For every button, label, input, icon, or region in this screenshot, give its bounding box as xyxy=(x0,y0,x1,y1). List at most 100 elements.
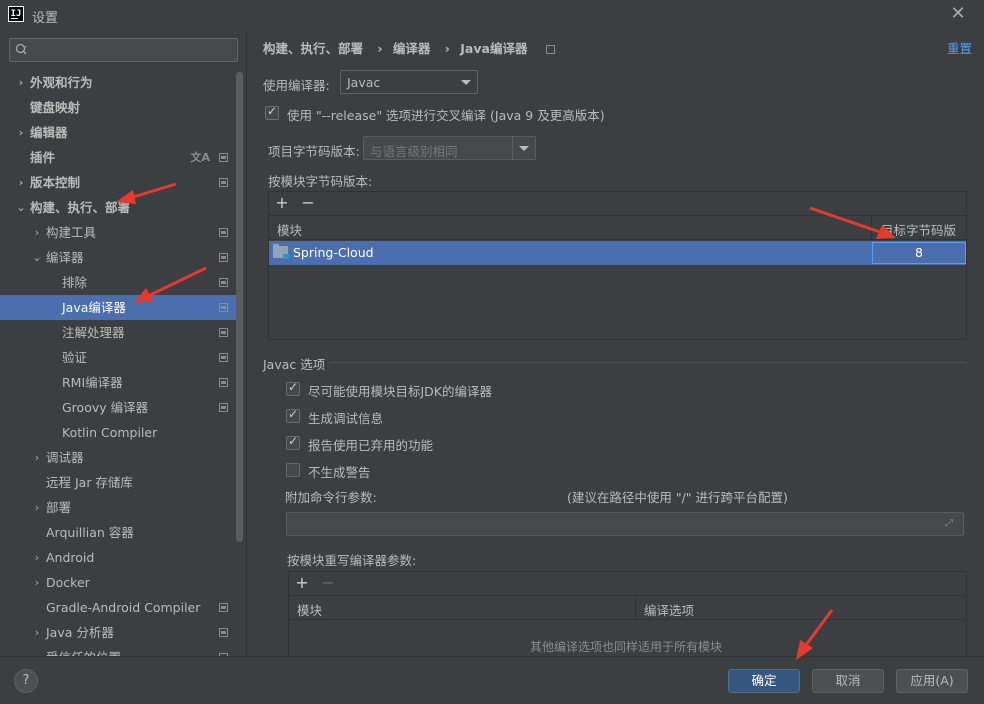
help-button[interactable]: ? xyxy=(14,669,38,693)
checkbox-checked-icon[interactable] xyxy=(286,434,300,450)
checkbox-checked-icon[interactable] xyxy=(286,407,300,423)
checkbox-checked-icon[interactable] xyxy=(286,380,300,396)
project-scope-icon xyxy=(219,253,228,262)
sidebar-item[interactable]: 验证 xyxy=(0,345,236,370)
sidebar-item-label: 外观和行为 xyxy=(30,75,93,90)
sidebar-item[interactable]: Arquillian 容器 xyxy=(0,520,236,545)
javac-section-title: Javac 选项 xyxy=(263,357,326,372)
sidebar-item[interactable]: Java编译器 xyxy=(0,295,236,320)
apply-button[interactable]: 应用(A) xyxy=(896,669,968,693)
sidebar-item-label: 排除 xyxy=(62,275,88,290)
chevron-right-icon[interactable]: › xyxy=(32,545,42,570)
checkbox-unchecked-icon[interactable] xyxy=(286,463,300,477)
sidebar-item[interactable]: › 编辑器 xyxy=(0,120,236,145)
release-option-checkbox[interactable]: 使用 "--release" 选项进行交叉编译 (Java 9 及更高版本) xyxy=(265,104,825,124)
sidebar-item[interactable]: ⌄ 编译器 xyxy=(0,245,236,270)
table-row[interactable]: Spring-Cloud 8 xyxy=(269,241,966,265)
sidebar-item[interactable]: › 版本控制 xyxy=(0,170,236,195)
javac-option-row[interactable]: 生成调试信息 xyxy=(286,407,686,427)
sidebar-item[interactable]: ⌄ 构建、执行、部署 xyxy=(0,195,236,220)
sidebar-item[interactable]: RMI编译器 xyxy=(0,370,236,395)
sidebar-item[interactable]: 键盘映射 xyxy=(0,95,236,120)
compiler-select[interactable]: Javac xyxy=(340,70,478,94)
column-header-options[interactable]: 编译选项 xyxy=(644,600,694,619)
chevron-right-icon[interactable]: › xyxy=(32,570,42,595)
table-header: 模块 目标字节码版本 xyxy=(269,216,966,257)
sidebar-item[interactable]: 排除 xyxy=(0,270,236,295)
release-option-label: 使用 "--release" 选项进行交叉编译 (Java 9 及更高版本) xyxy=(287,108,605,123)
ok-button[interactable]: 确定 xyxy=(728,669,800,693)
target-version-cell[interactable]: 8 xyxy=(872,242,966,264)
expand-icon[interactable]: ⤢ xyxy=(945,519,955,529)
module-bytecode-table: + − 模块 目标字节码版本 Spring-Cloud 8 xyxy=(268,191,967,340)
translate-icon: 文A xyxy=(190,151,210,164)
javac-option-label: 生成调试信息 xyxy=(308,411,384,426)
breadcrumb-item: 构建、执行、部署 xyxy=(263,41,364,56)
add-icon[interactable]: + xyxy=(273,194,291,212)
cmd-params-hint: (建议在路径中使用 "/" 进行跨平台配置) xyxy=(567,490,788,505)
chevron-right-icon[interactable]: › xyxy=(32,495,42,520)
settings-search[interactable] xyxy=(9,38,238,62)
chevron-down-icon[interactable]: ⌄ xyxy=(16,195,26,220)
sidebar-item[interactable]: › 调试器 xyxy=(0,445,236,470)
empty-table-text: 其他编译选项也同样适用于所有模块 xyxy=(530,640,723,654)
override-table: + − 模块 编译选项 其他编译选项也同样适用于所有模块 xyxy=(288,571,967,661)
sidebar-item-label: 键盘映射 xyxy=(30,100,81,115)
project-scope-icon xyxy=(219,628,228,637)
column-divider[interactable] xyxy=(635,596,636,620)
remove-icon[interactable]: − xyxy=(299,194,317,212)
column-header-module[interactable]: 模块 xyxy=(277,220,302,239)
checkbox-checked-icon[interactable] xyxy=(265,104,279,120)
chevron-right-icon[interactable]: › xyxy=(16,170,26,195)
table-toolbar: + − xyxy=(269,192,966,216)
sidebar-item[interactable]: 插件 文A xyxy=(0,145,236,170)
sidebar-item[interactable]: › 部署 xyxy=(0,495,236,520)
project-scope-icon xyxy=(219,378,228,387)
sidebar-item[interactable]: Kotlin Compiler xyxy=(0,420,236,445)
javac-option-row[interactable]: 不生成警告 xyxy=(286,461,686,481)
cancel-button[interactable]: 取消 xyxy=(812,669,884,693)
close-icon[interactable]: ✕ xyxy=(948,4,968,24)
chevron-right-icon[interactable]: › xyxy=(16,120,26,145)
settings-tree: › 外观和行为 键盘映射 › 编辑器 插件 文A › 版本控制 ⌄ 构建、执行、部署 › 构建工具 ⌄ 编译… xyxy=(0,70,236,656)
javac-option-row[interactable]: 报告使用已弃用的功能 xyxy=(286,434,686,454)
breadcrumb-separator: › xyxy=(377,41,383,56)
sidebar-item-label: 构建、执行、部署 xyxy=(30,200,131,215)
sidebar-item[interactable]: › Java 分析器 xyxy=(0,620,236,645)
sidebar-item[interactable]: Groovy 编译器 xyxy=(0,395,236,420)
cmd-params-input[interactable]: ⤢ xyxy=(286,512,964,536)
chevron-right-icon[interactable]: › xyxy=(32,220,42,245)
settings-sidebar: › 外观和行为 键盘映射 › 编辑器 插件 文A › 版本控制 ⌄ 构建、执行、部署 › 构建工具 ⌄ 编译… xyxy=(0,30,246,656)
chevron-down-icon xyxy=(519,146,529,151)
sidebar-item[interactable]: › 构建工具 xyxy=(0,220,236,245)
module-name: Spring-Cloud xyxy=(293,245,374,260)
sidebar-item[interactable]: Gradle-Android Compiler xyxy=(0,595,236,620)
add-icon[interactable]: + xyxy=(293,574,311,592)
remove-icon[interactable]: − xyxy=(319,574,337,592)
cmd-params-label: 附加命令行参数: xyxy=(285,490,377,505)
javac-option-row[interactable]: 尽可能使用模块目标JDK的编译器 xyxy=(286,380,686,400)
chevron-right-icon[interactable]: › xyxy=(32,445,42,470)
column-divider[interactable] xyxy=(871,216,872,240)
sidebar-item[interactable]: › Android xyxy=(0,545,236,570)
chevron-right-icon[interactable]: › xyxy=(16,70,26,95)
project-scope-icon xyxy=(219,328,228,337)
bytecode-select[interactable]: 与语言级别相同 xyxy=(363,136,536,160)
sidebar-item[interactable]: 注解处理器 xyxy=(0,320,236,345)
project-scope-icon xyxy=(219,228,228,237)
column-header-module[interactable]: 模块 xyxy=(297,600,322,619)
javac-option-label: 尽可能使用模块目标JDK的编译器 xyxy=(308,384,493,399)
per-module-label: 按模块字节码版本: xyxy=(268,174,373,189)
sidebar-scrollbar[interactable] xyxy=(236,72,243,542)
sidebar-item[interactable]: 受信任的位置 xyxy=(0,645,236,656)
search-input[interactable] xyxy=(38,41,228,59)
chevron-down-icon[interactable]: ⌄ xyxy=(32,245,42,270)
chevron-right-icon[interactable]: › xyxy=(32,620,42,645)
sidebar-item-label: 构建工具 xyxy=(46,225,97,240)
sidebar-item-label: 调试器 xyxy=(46,450,84,465)
sidebar-item[interactable]: › 外观和行为 xyxy=(0,70,236,95)
reset-link[interactable]: 重置 xyxy=(947,38,972,57)
sidebar-item[interactable]: › Docker xyxy=(0,570,236,595)
sidebar-item-label: 版本控制 xyxy=(30,175,81,190)
sidebar-item[interactable]: 远程 Jar 存储库 xyxy=(0,470,236,495)
